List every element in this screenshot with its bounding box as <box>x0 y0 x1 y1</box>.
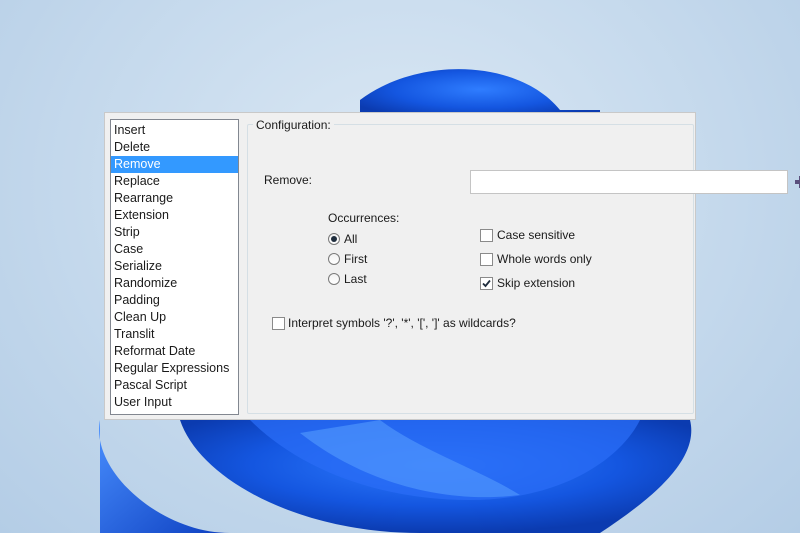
rule-item-regular-expressions[interactable]: Regular Expressions <box>111 360 238 377</box>
rule-item-randomize[interactable]: Randomize <box>111 275 238 292</box>
occurrences-label: Occurrences: <box>328 211 400 225</box>
rule-item-clean-up[interactable]: Clean Up <box>111 309 238 326</box>
occurrence-first-radio[interactable] <box>328 253 340 265</box>
rename-rule-dialog: Insert Delete Remove Replace Rearrange Extens… <box>104 112 800 420</box>
rule-item-case[interactable]: Case <box>111 241 238 258</box>
rule-item-replace[interactable]: Replace <box>111 173 238 190</box>
plus-icon <box>795 176 800 188</box>
add-button[interactable] <box>794 175 800 189</box>
rule-item-padding[interactable]: Padding <box>111 292 238 309</box>
case-sensitive-label[interactable]: Case sensitive <box>497 227 575 243</box>
occurrence-first-label[interactable]: First <box>344 251 367 267</box>
rule-item-strip[interactable]: Strip <box>111 224 238 241</box>
configuration-title: Configuration: <box>253 117 334 133</box>
rule-item-extension[interactable]: Extension <box>111 207 238 224</box>
rule-item-user-input[interactable]: User Input <box>111 394 238 411</box>
rule-item-delete[interactable]: Delete <box>111 139 238 156</box>
rule-type-list[interactable]: Insert Delete Remove Replace Rearrange Extens… <box>110 119 239 415</box>
rule-item-remove[interactable]: Remove <box>111 156 238 173</box>
rule-item-rearrange[interactable]: Rearrange <box>111 190 238 207</box>
wildcards-checkbox[interactable] <box>272 317 285 330</box>
occurrence-last-label[interactable]: Last <box>344 271 367 287</box>
rule-item-pascal-script[interactable]: Pascal Script <box>111 377 238 394</box>
rule-item-insert[interactable]: Insert <box>111 122 238 139</box>
rule-item-translit[interactable]: Translit <box>111 326 238 343</box>
occurrence-all-radio[interactable] <box>328 233 340 245</box>
case-sensitive-checkbox[interactable] <box>480 229 493 242</box>
skip-extension-label[interactable]: Skip extension <box>497 275 575 291</box>
rule-item-serialize[interactable]: Serialize <box>111 258 238 275</box>
rule-item-reformat-date[interactable]: Reformat Date <box>111 343 238 360</box>
checkmark-icon <box>482 279 491 288</box>
remove-input[interactable] <box>470 170 788 194</box>
whole-words-label[interactable]: Whole words only <box>497 251 592 267</box>
configuration-group: Configuration: Remove: Occurrences: All … <box>247 117 800 414</box>
skip-extension-checkbox[interactable] <box>480 277 493 290</box>
occurrence-last-radio[interactable] <box>328 273 340 285</box>
remove-label: Remove: <box>264 173 313 187</box>
whole-words-checkbox[interactable] <box>480 253 493 266</box>
wildcards-label[interactable]: Interpret symbols '?', '*', '[', ']' as … <box>288 315 516 331</box>
occurrence-all-label[interactable]: All <box>344 231 357 247</box>
